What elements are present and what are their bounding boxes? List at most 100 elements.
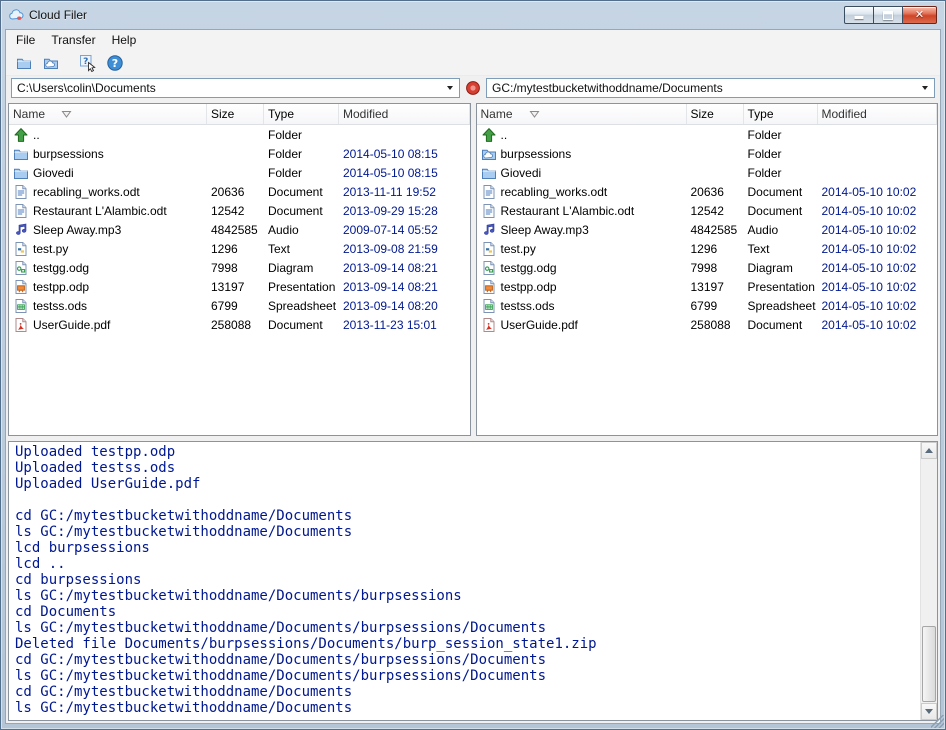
column-header-type[interactable]: Type (264, 104, 339, 124)
minimize-button[interactable] (844, 6, 874, 24)
file-name: Sleep Away.mp3 (33, 223, 121, 237)
odg-icon (13, 260, 29, 276)
file-row[interactable]: testpp.odp13197Presentation2013-09-14 08… (9, 277, 470, 296)
folder-icon (481, 165, 497, 181)
file-panels: Name Size Type Modified ..Folderburpsess… (6, 100, 940, 438)
close-button[interactable]: ✕ (903, 6, 937, 24)
file-row[interactable]: UserGuide.pdf258088Document2014-05-10 10… (477, 315, 938, 334)
column-label: Name (13, 107, 45, 121)
svg-text:?: ? (111, 57, 117, 70)
scrollbar-thumb[interactable] (922, 626, 936, 702)
file-type: Presentation (744, 280, 818, 294)
file-row[interactable]: testgg.odg7998Diagram2013-09-14 08:21 (9, 258, 470, 277)
title-bar[interactable]: Cloud Filer ✕ (1, 1, 945, 28)
file-name-cell: test.py (9, 241, 207, 257)
menu-transfer[interactable]: Transfer (43, 30, 103, 50)
local-path-combobox[interactable]: C:\Users\colin\Documents (11, 78, 460, 98)
app-window: Cloud Filer ✕ FileTransferHelp ?? C:\Use… (0, 0, 946, 730)
file-name-cell: test.py (477, 241, 687, 257)
file-row[interactable]: Sleep Away.mp34842585Audio2009-07-14 05:… (9, 220, 470, 239)
help-button[interactable]: ? (102, 51, 127, 74)
mp3-icon (481, 222, 497, 238)
file-name-cell: Restaurant L'Alambic.odt (477, 203, 687, 219)
local-folder-button[interactable] (11, 51, 36, 74)
mp3-icon (13, 222, 29, 238)
column-header-modified[interactable]: Modified (339, 104, 470, 124)
file-row[interactable]: testgg.odg7998Diagram2014-05-10 10:02 (477, 258, 938, 277)
log-line: cd Documents (15, 604, 916, 620)
cloud-folder-icon (43, 55, 59, 71)
remote-path-combobox[interactable]: GC:/mytestbucketwithoddname/Documents (486, 78, 935, 98)
column-label: Modified (343, 107, 388, 121)
menu-help[interactable]: Help (104, 30, 145, 50)
column-header-row: Name Size Type Modified (477, 104, 938, 125)
scroll-up-button[interactable] (921, 442, 937, 459)
file-type: Folder (264, 128, 339, 142)
file-modified: 2013-11-11 19:52 (339, 185, 470, 199)
scroll-up-icon (925, 448, 933, 453)
column-header-modified[interactable]: Modified (818, 104, 938, 124)
file-row[interactable]: Sleep Away.mp34842585Audio2014-05-10 10:… (477, 220, 938, 239)
file-type: Spreadsheet (264, 299, 339, 313)
file-modified: 2014-05-10 08:15 (339, 147, 470, 161)
maximize-button[interactable] (874, 6, 903, 24)
file-name-cell: testpp.odp (9, 279, 207, 295)
odp-icon (481, 279, 497, 295)
column-label: Type (748, 107, 774, 121)
cloud-folder-button[interactable] (38, 51, 63, 74)
minimize-icon (855, 16, 864, 19)
file-row[interactable]: testss.ods6799Spreadsheet2013-09-14 08:2… (9, 296, 470, 315)
file-row[interactable]: Restaurant L'Alambic.odt12542Document201… (477, 201, 938, 220)
resize-grip[interactable] (931, 715, 944, 728)
file-size: 258088 (207, 318, 264, 332)
file-row[interactable]: burpsessionsFolder (477, 144, 938, 163)
column-header-size[interactable]: Size (687, 104, 744, 124)
folder-icon (13, 146, 29, 162)
file-row[interactable]: testpp.odp13197Presentation2014-05-10 10… (477, 277, 938, 296)
file-row[interactable]: testss.ods6799Spreadsheet2014-05-10 10:0… (477, 296, 938, 315)
file-type: Document (744, 318, 818, 332)
file-type: Presentation (264, 280, 339, 294)
file-name-cell: Sleep Away.mp3 (9, 222, 207, 238)
local-file-list: ..FolderburpsessionsFolder2014-05-10 08:… (9, 125, 470, 435)
file-row[interactable]: ..Folder (9, 125, 470, 144)
column-header-type[interactable]: Type (744, 104, 818, 124)
py-icon (481, 241, 497, 257)
log-line: Uploaded testpp.odp (15, 444, 916, 460)
log-line: cd GC:/mytestbucketwithoddname/Documents (15, 508, 916, 524)
log-line (15, 492, 916, 508)
file-row[interactable]: recabling_works.odt20636Document2013-11-… (9, 182, 470, 201)
file-name-cell: Giovedi (9, 165, 207, 181)
file-name-cell: Restaurant L'Alambic.odt (9, 203, 207, 219)
file-name-cell: UserGuide.pdf (477, 317, 687, 333)
file-type: Folder (744, 166, 818, 180)
odp-icon (13, 279, 29, 295)
pdf-icon (481, 317, 497, 333)
file-size: 1296 (207, 242, 264, 256)
file-row[interactable]: ..Folder (477, 125, 938, 144)
dropdown-arrow-icon[interactable] (442, 80, 458, 96)
column-header-name[interactable]: Name (477, 104, 687, 124)
file-row[interactable]: recabling_works.odt20636Document2014-05-… (477, 182, 938, 201)
client-area: FileTransferHelp ?? C:\Users\colin\Docum… (5, 29, 941, 724)
log-scrollbar[interactable] (920, 442, 937, 720)
column-header-name[interactable]: Name (9, 104, 207, 124)
file-row[interactable]: test.py1296Text2014-05-10 10:02 (477, 239, 938, 258)
file-row[interactable]: UserGuide.pdf258088Document2013-11-23 15… (9, 315, 470, 334)
menu-file[interactable]: File (8, 30, 43, 50)
file-row[interactable]: GiovediFolder (477, 163, 938, 182)
file-name-cell: testgg.odg (477, 260, 687, 276)
up-icon (13, 127, 29, 143)
context-help-button[interactable]: ? (75, 51, 100, 74)
file-row[interactable]: GiovediFolder2014-05-10 08:15 (9, 163, 470, 182)
file-row[interactable]: burpsessionsFolder2014-05-10 08:15 (9, 144, 470, 163)
log-line: cd GC:/mytestbucketwithoddname/Documents… (15, 652, 916, 668)
file-modified: 2014-05-10 10:02 (818, 204, 938, 218)
log-output: Uploaded testpp.odpUploaded testss.odsUp… (9, 442, 920, 720)
file-row[interactable]: test.py1296Text2013-09-08 21:59 (9, 239, 470, 258)
file-row[interactable]: Restaurant L'Alambic.odt12542Document201… (9, 201, 470, 220)
dropdown-arrow-icon[interactable] (917, 80, 933, 96)
scroll-down-icon (925, 709, 933, 714)
column-header-size[interactable]: Size (207, 104, 264, 124)
file-name: testpp.odp (501, 280, 557, 294)
